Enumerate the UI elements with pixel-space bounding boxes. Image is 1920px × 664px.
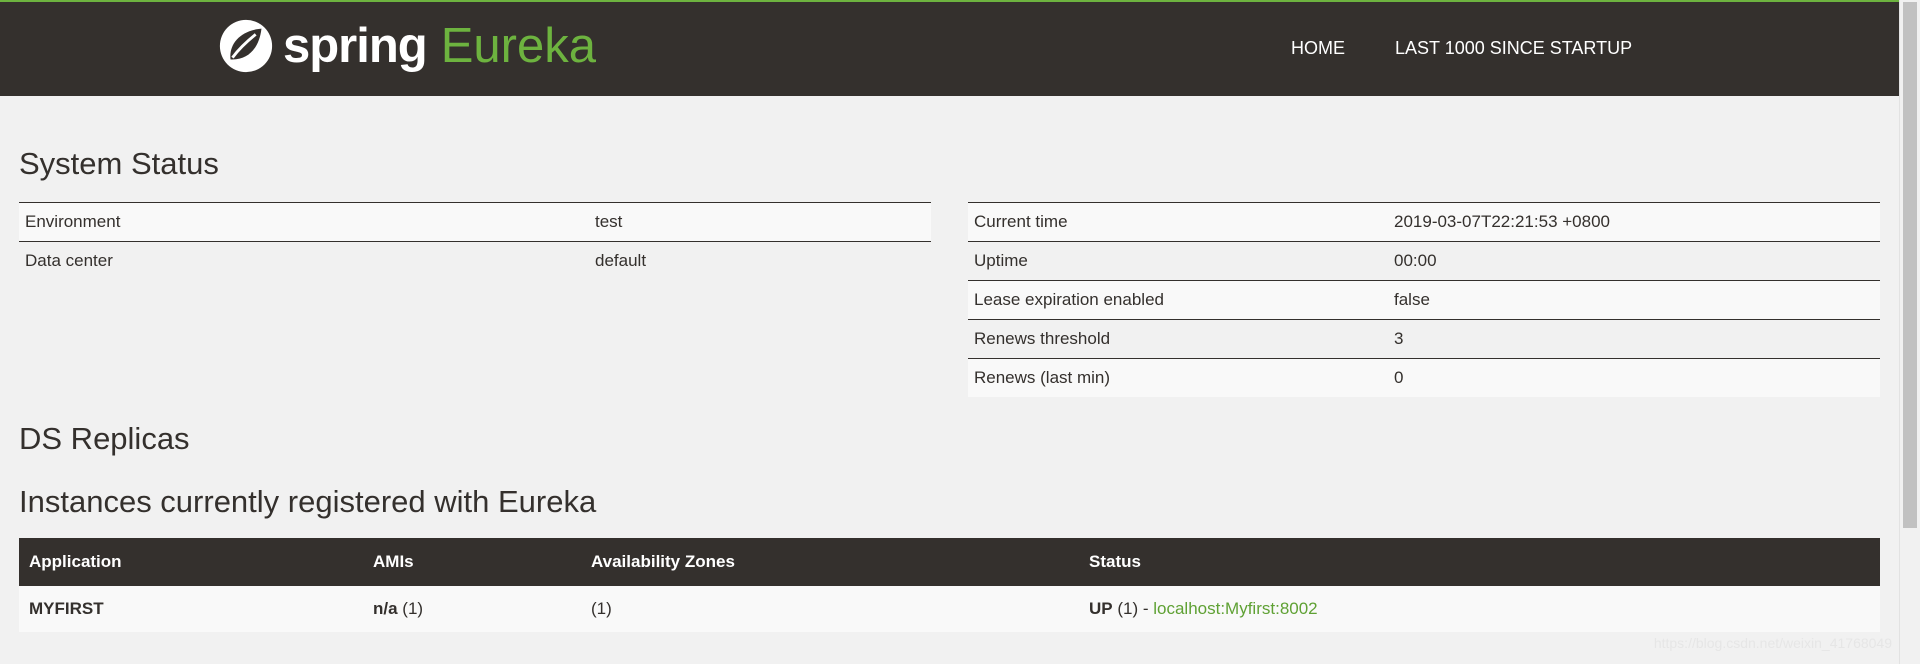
status-cell: UP (1) - localhost:Myfirst:8002	[1079, 586, 1880, 632]
status-label: Current time	[968, 202, 1388, 242]
status-up: UP	[1089, 599, 1113, 618]
system-status-heading: System Status	[19, 146, 219, 181]
column-header-amis: AMIs	[363, 538, 581, 586]
table-row: Environment test	[19, 202, 931, 242]
status-value: 00:00	[1388, 241, 1880, 281]
status-value: false	[1388, 280, 1880, 320]
status-label: Renews threshold	[968, 319, 1388, 359]
status-label: Lease expiration enabled	[968, 280, 1388, 320]
instance-link[interactable]: localhost:Myfirst:8002	[1153, 599, 1317, 618]
system-status-right-table: Current time 2019-03-07T22:21:53 +0800 U…	[968, 202, 1880, 397]
status-label: Renews (last min)	[968, 358, 1388, 397]
table-row: Lease expiration enabled false	[968, 280, 1880, 320]
instances-heading: Instances currently registered with Eure…	[19, 484, 597, 519]
instances-table: Application AMIs Availability Zones Stat…	[19, 538, 1880, 632]
table-row: Renews (last min) 0	[968, 358, 1880, 397]
status-label: Uptime	[968, 241, 1388, 281]
status-label: Data center	[19, 241, 589, 280]
column-header-availability-zones: Availability Zones	[581, 538, 1079, 586]
nav-last-1000-link[interactable]: LAST 1000 SINCE STARTUP	[1395, 38, 1632, 59]
ami-count: (1)	[397, 599, 424, 618]
status-value: 0	[1388, 358, 1880, 397]
availability-zones-cell: (1)	[581, 586, 1079, 632]
top-navbar: spring Eureka HOME LAST 1000 SINCE START…	[0, 0, 1899, 96]
status-value: 3	[1388, 319, 1880, 359]
table-row: Uptime 00:00	[968, 241, 1880, 281]
amis-cell: n/a (1)	[363, 586, 581, 632]
spring-leaf-icon	[219, 19, 273, 73]
table-row: Data center default	[19, 241, 931, 280]
ds-replicas-heading: DS Replicas	[19, 421, 190, 456]
nav-links: HOME LAST 1000 SINCE STARTUP	[1291, 38, 1682, 59]
watermark: https://blog.csdn.net/weixin_41768049	[1653, 635, 1892, 651]
table-header-row: Application AMIs Availability Zones Stat…	[19, 538, 1880, 586]
column-header-status: Status	[1079, 538, 1880, 586]
ami-name: n/a	[373, 599, 398, 618]
eureka-dashboard: spring Eureka HOME LAST 1000 SINCE START…	[0, 0, 1920, 664]
status-value: test	[589, 202, 931, 242]
table-row: Current time 2019-03-07T22:21:53 +0800	[968, 202, 1880, 242]
status-label: Environment	[19, 202, 589, 242]
table-row: Renews threshold 3	[968, 319, 1880, 359]
brand-spring-text: spring	[283, 19, 428, 73]
status-value: default	[589, 241, 931, 280]
nav-home-link[interactable]: HOME	[1291, 38, 1345, 59]
system-status-left-table: Environment test Data center default	[19, 202, 931, 280]
status-count: (1) -	[1112, 599, 1154, 618]
status-value: 2019-03-07T22:21:53 +0800	[1388, 202, 1880, 242]
brand-eureka-text: Eureka	[440, 19, 596, 73]
column-header-application: Application	[19, 538, 363, 586]
scrollbar-thumb[interactable]	[1903, 2, 1917, 528]
brand-logo-link[interactable]: spring Eureka	[217, 16, 596, 76]
vertical-scrollbar[interactable]	[1899, 0, 1920, 664]
application-name: MYFIRST	[19, 586, 363, 632]
table-row: MYFIRST n/a (1) (1) UP (1) - localhost:M…	[19, 586, 1880, 632]
